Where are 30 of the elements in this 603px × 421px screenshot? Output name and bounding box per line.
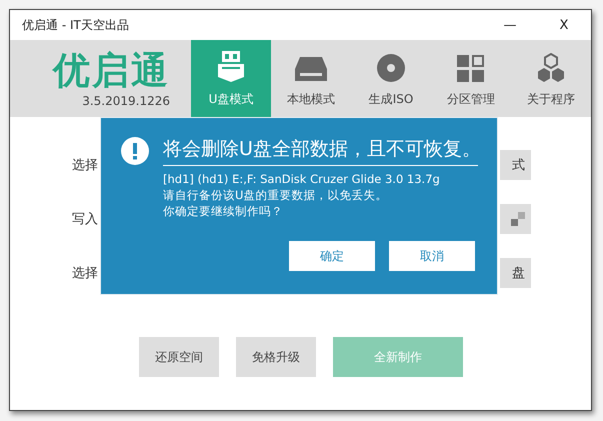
usb-drive-icon [216,49,246,83]
option-button[interactable]: 式 [500,150,531,180]
mode-tab[interactable]: 本地模式 [271,40,351,117]
mode-tab[interactable]: 分区管理 [431,40,511,117]
window-title: 优启通 - IT天空出品 [22,16,129,34]
dialog-text: 你确定要继续制作吗？ [163,203,284,219]
dialog-text: 请自行备份该U盘的重要数据，以免丢失。 [163,187,388,203]
grid-icon [457,55,485,83]
field-label: 选择 [72,265,98,282]
hexagons-icon [536,53,566,83]
field-label: 选择 [72,157,98,174]
dialog-title: 将会删除U盘全部数据，且不可恢复。 [163,136,478,166]
option-button[interactable] [500,204,531,234]
cancel-button[interactable]: 取消 [389,241,475,271]
squares-icon [511,212,525,226]
dialog-text: [hd1] (hd1) E:,F: SanDisk Cruzer Glide 3.0 13.7g [163,171,441,187]
alert-icon [121,137,149,165]
option-button[interactable]: 盘 [500,258,531,288]
disc-icon [376,53,406,83]
logo-text: 优启通 [53,50,170,92]
field-label: 写入 [72,211,98,228]
mode-tab[interactable]: 生成ISO [351,40,431,117]
minimize-button[interactable]: — [483,10,537,40]
version-label: 3.5.2019.1226 [82,94,170,108]
mode-tab[interactable]: 关于程序 [511,40,591,117]
confirm-button[interactable]: 确定 [289,241,375,271]
action-button[interactable]: 免格升级 [236,337,316,377]
close-button[interactable]: X [537,10,591,40]
action-button[interactable]: 还原空间 [139,337,219,377]
hard-drive-icon [294,55,328,83]
